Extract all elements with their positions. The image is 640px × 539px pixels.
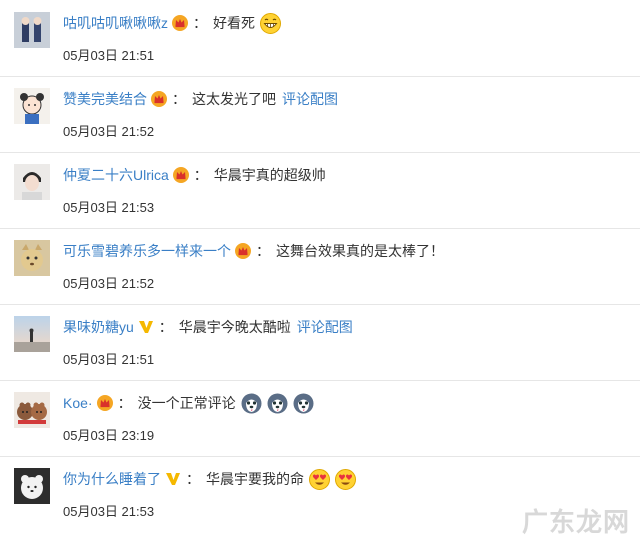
grin-emoji-icon: [260, 12, 281, 34]
watermark: 广东龙网: [522, 503, 630, 537]
colon: ：: [193, 167, 208, 183]
husky-emoji-icon: [267, 393, 288, 414]
comment-row: 可乐雪碧养乐多一样来一个 ： 这舞台效果真的是太棒了！ 05月03日 21:52: [0, 228, 640, 305]
heart-eyes-emoji-icon: [335, 468, 356, 490]
comment-text: 华晨宇要我的命: [206, 471, 304, 487]
avatar[interactable]: [14, 392, 50, 428]
crown-icon: [172, 166, 190, 184]
comment-text: 华晨宇今晚太酷啦: [178, 319, 291, 335]
username[interactable]: 咕叽咕叽啾啾啾z: [63, 13, 168, 33]
colon: ：: [117, 395, 132, 411]
comment-row: Koe· ： 没一个正常评论 05月03日 23:19: [0, 380, 640, 457]
verified-v-icon: [137, 318, 155, 336]
colon: ：: [186, 471, 200, 487]
timestamp: 05月03日 21:51: [63, 352, 155, 367]
colon: ：: [172, 91, 186, 107]
avatar[interactable]: [14, 240, 50, 276]
comment-text: 好看死: [213, 15, 255, 31]
comment-image-link[interactable]: 评论配图: [282, 89, 338, 109]
comment-row: 仲夏二十六Ulrica ： 华晨宇真的超级帅 05月03日 21:53: [0, 152, 640, 229]
avatar[interactable]: [14, 164, 50, 200]
username[interactable]: 仲夏二十六Ulrica: [63, 165, 169, 185]
username[interactable]: 可乐雪碧养乐多一样来一个: [63, 241, 231, 261]
comment-text: 这舞台效果真的是太棒了！: [276, 243, 444, 259]
comment-row: 赞美完美结合 ： 这太发光了吧 评论配图 05月03日 21:52: [0, 76, 640, 153]
colon: ：: [256, 243, 270, 259]
heart-eyes-emoji-icon: [309, 468, 330, 490]
comment-row: 果味奶糖yu ： 华晨宇今晚太酷啦 评论配图 05月03日 21:51: [0, 304, 640, 381]
timestamp: 05月03日 21:52: [63, 124, 155, 139]
comment-image-link[interactable]: 评论配图: [297, 317, 353, 337]
watermark-text: 广东龙网: [521, 506, 630, 537]
colon: ：: [193, 15, 207, 31]
crown-icon: [96, 394, 114, 412]
comment-text: 没一个正常评论: [137, 395, 236, 411]
colon: ：: [158, 319, 173, 335]
comment-text: 这太发光了吧: [192, 91, 276, 107]
timestamp: 05月03日 21:53: [63, 200, 155, 215]
username[interactable]: 赞美完美结合: [63, 89, 147, 109]
avatar[interactable]: [14, 468, 50, 504]
crown-icon: [234, 242, 252, 260]
timestamp: 05月03日 21:53: [63, 504, 155, 519]
verified-v-icon: [164, 470, 182, 488]
avatar[interactable]: [14, 88, 50, 124]
timestamp: 05月03日 23:19: [63, 428, 155, 443]
username[interactable]: 你为什么睡着了: [63, 469, 161, 489]
crown-icon: [150, 90, 168, 108]
crown-icon: [171, 14, 189, 32]
username[interactable]: 果味奶糖yu: [63, 317, 134, 337]
timestamp: 05月03日 21:51: [63, 48, 155, 63]
husky-emoji-icon: [241, 393, 262, 414]
username[interactable]: Koe·: [63, 395, 93, 411]
avatar[interactable]: [14, 316, 50, 352]
husky-emoji-icon: [293, 393, 314, 414]
comment-text: 华晨宇真的超级帅: [213, 167, 326, 183]
comment-row: 咕叽咕叽啾啾啾z ： 好看死 05月03日 21:51: [0, 0, 640, 77]
avatar[interactable]: [14, 12, 50, 48]
timestamp: 05月03日 21:52: [63, 276, 155, 291]
